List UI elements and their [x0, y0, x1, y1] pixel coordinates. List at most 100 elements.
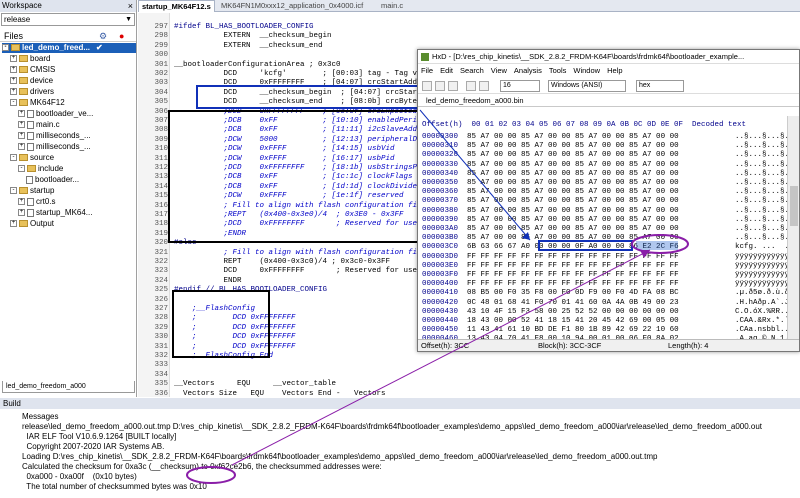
hex-view[interactable]: Offset(h) 00 01 02 03 04 05 06 07 08 09 …: [418, 116, 788, 341]
save-icon[interactable]: [448, 81, 458, 91]
expand-icon[interactable]: +: [10, 66, 17, 74]
back-icon[interactable]: [466, 81, 476, 91]
file-icon: [27, 131, 34, 140]
hex-bytes: FF FF FF FF FF FF FF FF FF FF FF FF FF F…: [467, 271, 679, 279]
hex-bytes: 18 43 00 00 52 41 18 15 41 20 45 42 69 0…: [467, 317, 679, 325]
hex-offset: 00000330: [422, 160, 459, 169]
close-icon[interactable]: ×: [128, 0, 133, 12]
tree-label: bootloader_ve...: [36, 109, 94, 118]
line-number: 334: [154, 370, 168, 379]
hex-offset: 00000310: [422, 142, 459, 151]
forward-icon[interactable]: [479, 81, 489, 91]
tree-item[interactable]: + crt0.s: [18, 197, 56, 207]
base-select[interactable]: hex: [636, 80, 684, 92]
configuration-select[interactable]: release ▼: [1, 13, 135, 26]
menu-item[interactable]: Edit: [440, 66, 453, 75]
gear-icon[interactable]: ⚙: [99, 30, 107, 42]
tree-item[interactable]: bootloader...: [26, 175, 79, 185]
expand-icon[interactable]: +: [18, 209, 25, 217]
expand-icon[interactable]: +: [18, 143, 25, 151]
build-output: Messages release\led_demo_freedom_a000.ou…: [0, 409, 800, 498]
line-number: 306: [154, 107, 168, 116]
hex-offset: 00000380: [422, 206, 459, 215]
tree-folder[interactable]: - include: [18, 164, 63, 174]
tree-folder[interactable]: + drivers: [10, 87, 54, 97]
new-file-icon[interactable]: [422, 81, 432, 91]
expand-icon[interactable]: +: [18, 121, 25, 129]
tab-main[interactable]: main.c: [378, 0, 406, 12]
line-number: 331: [154, 342, 168, 351]
line-number: 317: [154, 211, 168, 219]
menu-item[interactable]: Search: [460, 66, 484, 75]
tree-item[interactable]: + milliseconds_...: [18, 131, 91, 141]
tree-folder[interactable]: + board: [10, 54, 50, 64]
build-message: Copyright 2007-2020 IAR Systems AB.: [22, 442, 165, 451]
tab-startup[interactable]: startup_MK64F12.s: [138, 0, 215, 12]
line-number: 299: [154, 41, 168, 50]
hex-offset: 00000370: [422, 197, 459, 206]
hex-scrollbar[interactable]: [787, 116, 799, 341]
code-line: __bootloaderConfigurationArea ; 0x3c0: [174, 60, 341, 69]
workspace-tab[interactable]: led_demo_freedom_a000: [2, 381, 135, 393]
tree-label: led_demo_freed...: [22, 43, 91, 52]
menu-item[interactable]: Window: [573, 66, 600, 75]
tree-label: device: [30, 76, 54, 85]
tree-item[interactable]: - led_demo_freed... ✔: [2, 43, 136, 53]
tree-folder[interactable]: - startup: [10, 186, 54, 196]
menu-item[interactable]: Tools: [549, 66, 567, 75]
line-number: 305: [154, 98, 168, 107]
collapse-icon[interactable]: -: [10, 99, 17, 107]
hex-bytes: 43 10 4F 15 F3 58 00 25 52 52 00 00 00 0…: [467, 307, 679, 316]
file-icon: [27, 109, 34, 118]
hxd-file-tab[interactable]: led_demo_freedom_a000.bin: [418, 94, 799, 107]
tree-folder[interactable]: - MK64F12: [10, 98, 65, 108]
commented-config-box: [168, 110, 420, 243]
hxd-status-bar: Offset(h): 3CC Block(h): 3CC-3CF Length(…: [418, 339, 799, 351]
code-line: Vectors Size EQU Vectors End - Vectors: [174, 389, 386, 398]
collapse-icon[interactable]: -: [18, 165, 25, 173]
expand-icon[interactable]: +: [10, 55, 17, 63]
expand-icon[interactable]: +: [18, 132, 25, 140]
files-header: Files ⚙ ●: [0, 30, 136, 42]
line-number: 304: [154, 88, 168, 97]
encoding-select[interactable]: Windows (ANSI): [548, 80, 626, 92]
tree-label: drivers: [30, 87, 55, 96]
line-number: 322: [154, 258, 168, 266]
tree-item[interactable]: + milliseconds_...: [18, 142, 91, 152]
line-number: 336: [154, 389, 168, 398]
tree-item[interactable]: + bootloader_ve...: [18, 109, 93, 119]
open-folder-icon[interactable]: [435, 81, 445, 91]
expand-icon[interactable]: +: [10, 220, 17, 228]
tree-label: milliseconds_...: [36, 142, 91, 151]
menu-item[interactable]: View: [491, 66, 507, 75]
collapse-icon[interactable]: -: [10, 187, 17, 195]
tree-folder[interactable]: + CMSIS: [10, 65, 55, 75]
folder-icon: [19, 220, 28, 228]
expand-icon[interactable]: +: [10, 88, 17, 96]
code-line: #ifdef BL_HAS_BOOTLOADER_CONFIG: [174, 23, 314, 31]
menu-item[interactable]: Help: [607, 66, 622, 75]
expand-icon[interactable]: +: [18, 198, 25, 206]
folder-icon: [19, 77, 28, 85]
expand-icon[interactable]: +: [10, 77, 17, 85]
hxd-toolbar: 16 Windows (ANSI) hex: [418, 78, 799, 94]
tree-folder[interactable]: - source: [10, 153, 54, 163]
menu-item[interactable]: File: [421, 66, 433, 75]
tree-folder[interactable]: + Output: [10, 219, 54, 229]
selected-bytes: [636, 241, 678, 251]
scroll-thumb[interactable]: [790, 186, 798, 226]
hex-bytes: 85 A7 00 00 85 A7 00 00 85 A7 00 00 85 A…: [467, 142, 679, 151]
menu-item[interactable]: Analysis: [514, 66, 542, 75]
chevron-down-icon: ▼: [125, 16, 132, 23]
tab-icf[interactable]: MK64FN1M0xxx12_application_0x4000.icf: [218, 0, 366, 12]
hex-bytes: 85 A7 00 00 85 A7 00 00 85 A7 00 00 85 A…: [467, 169, 679, 178]
hex-offset: 00000430: [422, 307, 459, 316]
expand-icon[interactable]: +: [18, 110, 25, 118]
build-message: release\led_demo_freedom_a000.out.tmp D:…: [22, 422, 763, 431]
tree-folder[interactable]: + device: [10, 76, 53, 86]
tree-item[interactable]: + startup_MK64...: [18, 208, 92, 218]
tree-item[interactable]: + main.c: [18, 120, 60, 130]
collapse-icon[interactable]: -: [10, 154, 17, 162]
bytes-per-row-select[interactable]: 16: [500, 80, 540, 92]
collapse-icon[interactable]: -: [2, 44, 9, 52]
